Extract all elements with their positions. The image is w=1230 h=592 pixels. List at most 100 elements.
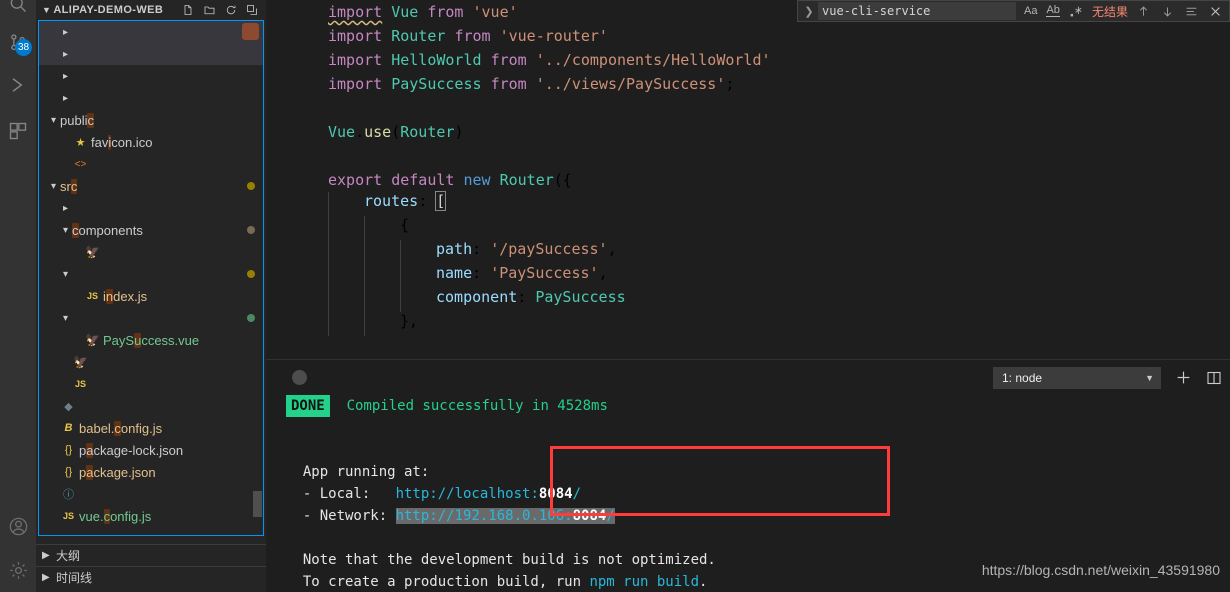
activity-gear-icon[interactable] [0,548,36,592]
match-whole-word-icon[interactable]: Ab [1046,5,1060,17]
terminal-find-widget[interactable]: ❯ vue-cli-service Aa Ab 无结果 [797,0,1230,22]
terminal-line-local: - Local: http://localhost:8084/ [286,486,582,502]
tree-item-yargs-parser[interactable]: ▸ [39,65,263,87]
code-line[interactable]: Vue.use(Router) [266,120,1230,144]
sidebar-panel-timeline[interactable]: ▶ 时间线 [36,566,266,588]
code-line[interactable]: }, [266,312,1230,336]
babel-file-icon: B [64,422,73,434]
terminal-selector[interactable]: 1: node ▼ [993,366,1161,389]
tree-scrollbar[interactable] [253,491,262,517]
terminal-status-badge: DONE [286,395,330,417]
chevron-right-icon[interactable]: ▸ [59,49,72,60]
tree-item-package-json[interactable]: {} package.json [39,461,263,483]
code-text: import Vue from 'vue' [328,3,518,21]
chevron-down-icon[interactable]: ▾ [59,225,72,236]
new-terminal-icon[interactable] [1175,369,1192,386]
new-file-icon[interactable] [182,4,194,16]
tree-item-yargs[interactable]: ▸ [39,43,263,65]
code-text: import Router from 'vue-router' [328,27,608,45]
refresh-icon[interactable] [225,4,237,16]
code-line[interactable]: import Router from 'vue-router' [266,24,1230,48]
tree-item-helloworld-vue[interactable]: 🦅 [39,241,263,263]
tree-item-label: index.js [103,288,148,304]
toggle-replace-icon[interactable]: ❯ [800,5,818,18]
code-line[interactable]: component: PaySuccess [266,288,1230,312]
tree-item-app-vue[interactable]: 🦅 [39,351,263,373]
tree-item-label: package.json [79,464,156,480]
chevron-down-icon[interactable]: ▾ [47,115,60,126]
chevron-right-icon: ▶ [42,572,50,583]
explorer-actions [182,4,262,16]
tree-item-vue-config-js[interactable]: JS vue.config.js [39,505,263,527]
find-input[interactable]: vue-cli-service [822,4,1012,18]
activity-account-icon[interactable] [0,504,36,548]
tree-item-index-html[interactable]: <> [39,153,263,175]
activity-extensions-icon[interactable] [0,108,36,154]
collapse-all-icon[interactable] [246,4,258,16]
chevron-right-icon[interactable]: ▸ [59,93,72,104]
find-in-selection-icon[interactable] [1185,5,1198,18]
chevron-down-icon[interactable]: ▾ [59,313,72,324]
tree-item-favicon-ico[interactable]: ★ favicon.ico [39,131,263,153]
tree-item-yorkie[interactable]: ▸ [39,87,263,109]
code-line[interactable]: import HelloWorld from '../components/He… [266,48,1230,72]
activity-run-debug-icon[interactable] [0,62,36,108]
tree-item-label: PaySuccess.vue [103,332,200,348]
tree-item-index-js[interactable]: JS index.js [39,285,263,307]
code-line[interactable] [266,96,1230,120]
new-folder-icon[interactable] [203,4,216,16]
source-control-badge: 38 [15,39,32,56]
chevron-down-icon[interactable]: ▾ [47,181,60,192]
chevron-right-icon[interactable]: ▸ [59,203,72,214]
code-line[interactable]: import PaySuccess from '../views/PaySucc… [266,72,1230,96]
activity-source-control-icon[interactable]: 38 [0,22,36,62]
code-text: import HelloWorld from '../components/He… [328,51,771,69]
sidebar-panel-outline[interactable]: ▶ 大纲 [36,544,266,566]
code-line[interactable]: routes: [ [266,191,1230,216]
outline-label: 大纲 [56,549,81,563]
tree-item-package-lock-json[interactable]: {} package-lock.json [39,439,263,461]
network-url[interactable]: http://192.168.0.106:8084/ [395,508,615,524]
use-regex-icon[interactable] [1069,5,1082,18]
chevron-right-icon[interactable]: ▸ [59,71,72,82]
previous-match-icon[interactable] [1137,5,1150,18]
code-line[interactable]: export default new Router({ [266,168,1230,192]
vue-file-icon: 🦅 [85,333,100,347]
file-tree[interactable]: ▸ ▸ ▸ ▸ ▾ public ★ favicon.ico <> ▾ src ▸ ▾ component… [38,20,264,536]
chevron-down-icon[interactable]: ▼ [42,5,51,15]
tree-item-src[interactable]: ▾ src [39,175,263,197]
tree-item-yallist[interactable]: ▸ [39,21,263,43]
tree-item-babel-config-js[interactable]: Bbabel.config.js [39,417,263,439]
tree-item-paysuccess-vue[interactable]: 🦅 PaySuccess.vue [39,329,263,351]
code-editor[interactable]: import Vue from 'vue' import Router from … [266,0,1230,359]
local-url[interactable]: http://localhost:8084/ [396,486,581,502]
find-input-box[interactable]: vue-cli-service [818,2,1016,20]
tree-item-router[interactable]: ▾ [39,263,263,285]
explorer-sidebar: ▼ ALIPAY-DEMO-WEB ▸ ▸ ▸ ▸ ▾ public ★ favicon.ic… [36,0,266,592]
js-file-icon: JS [86,291,98,301]
tree-item-assets[interactable]: ▸ [39,197,263,219]
code-line[interactable]: path: '/paySuccess', [266,240,1230,264]
code-text: path: '/paySuccess', [328,240,617,264]
code-line[interactable]: { [266,216,1230,240]
tree-item-components[interactable]: ▾ components [39,219,263,241]
tree-item--gitignore[interactable]: ◆ [39,395,263,417]
tree-item-public[interactable]: ▾ public [39,109,263,131]
chevron-down-icon[interactable]: ▾ [59,269,72,280]
next-match-icon[interactable] [1161,5,1174,18]
chevron-right-icon[interactable]: ▸ [59,27,72,38]
split-terminal-icon[interactable] [1206,370,1222,386]
tree-item-views[interactable]: ▾ [39,307,263,329]
panel-tab-problems[interactable] [286,360,307,395]
match-case-icon[interactable]: Aa [1024,5,1037,17]
close-icon[interactable] [1209,5,1222,18]
code-text: export default new Router({ [328,171,572,189]
chevron-down-icon: ▼ [1145,372,1154,383]
activity-search-icon[interactable] [0,0,36,22]
git-conflict-badge [242,23,259,40]
tree-item-readme-md[interactable]: ⓘ [39,483,263,505]
code-line[interactable] [266,144,1230,168]
tree-item-main-js[interactable]: JS [39,373,263,395]
code-line[interactable]: name: 'PaySuccess', [266,264,1230,288]
star-file-icon: ★ [75,136,86,149]
